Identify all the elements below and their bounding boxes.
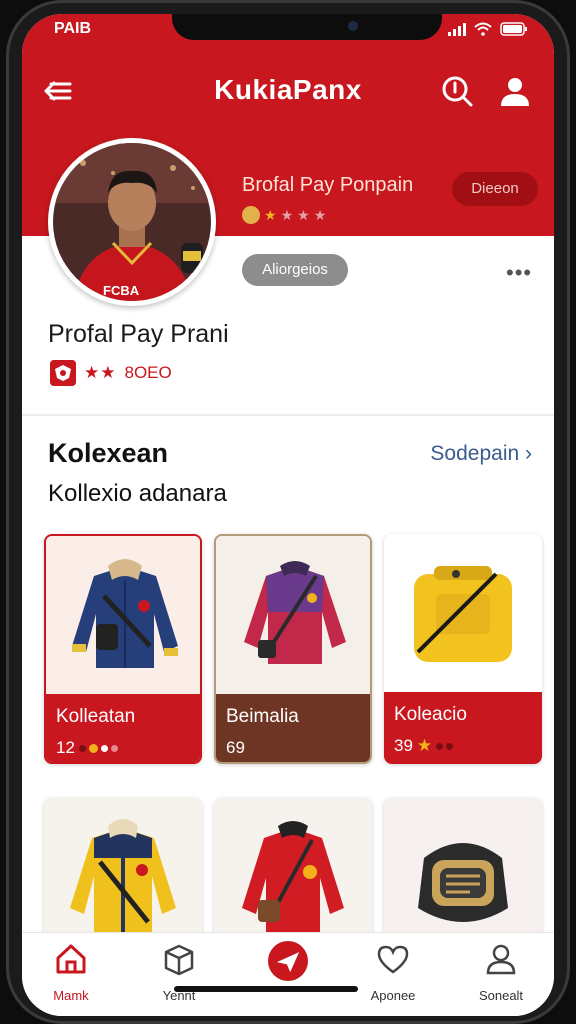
heart-icon (377, 945, 409, 974)
section-divider (22, 414, 554, 416)
card-meta: 69 (226, 738, 364, 758)
tab-label: Sonealt (478, 988, 524, 1003)
club-badge-icon (242, 206, 260, 224)
user-icon[interactable] (498, 74, 532, 108)
star-icon: ★ (264, 206, 277, 223)
status-icons (448, 22, 528, 36)
profile-name: Profal Pay Prani (48, 320, 229, 348)
card-meta: 39 ★ (394, 736, 532, 756)
app-title: KukiaPanx (214, 74, 362, 105)
tab-favorites[interactable]: Aponee (348, 941, 438, 1003)
svg-text:FCBA: FCBA (103, 283, 140, 298)
jacket-image (216, 536, 370, 694)
home-icon (56, 944, 86, 974)
product-card[interactable]: Koleacio 39 ★ (384, 534, 542, 764)
profile-rating: ★★ 8OEO (50, 360, 172, 386)
tab-center-action[interactable] (243, 941, 333, 986)
card-label: Beimalia (226, 706, 299, 727)
rating-dots (78, 743, 118, 753)
bottom-tab-bar: Mamk Yennt Aponee Sonealt (22, 932, 554, 1016)
card-value: 69 (226, 738, 245, 757)
battery-icon (500, 22, 527, 36)
header-rating: ★ ★ ★ ★ (242, 206, 326, 224)
search-icon[interactable] (440, 74, 474, 108)
rating-dots (436, 742, 454, 750)
card-label: Koleacio (394, 704, 467, 725)
card-value: 39 (394, 736, 413, 755)
profile-avatar[interactable]: FCBA (48, 138, 216, 306)
section-subtitle: Kollexio adanara (48, 480, 227, 507)
card-value: 12 (56, 738, 75, 757)
card-meta: 12 (56, 738, 194, 758)
signal-icon (448, 22, 466, 36)
box-icon (164, 944, 194, 976)
category-tag-button[interactable]: Aliorgeios (242, 254, 348, 286)
rating-stars: ★★ (84, 363, 117, 382)
card-info: Koleacio 39 ★ (384, 692, 542, 764)
star-icon: ★ (297, 206, 310, 223)
follow-button[interactable]: Dieeon (452, 172, 538, 206)
camera-notch (172, 14, 442, 40)
star-icon: ★ (280, 206, 294, 223)
card-label: Kolleatan (56, 706, 136, 727)
star-icon: ★ (416, 736, 433, 755)
app-bar: KukiaPanx (22, 70, 554, 110)
wifi-icon (474, 22, 492, 36)
tab-label: Aponee (370, 988, 416, 1003)
plane-icon (268, 941, 308, 981)
app-screen: PAIB KukiaPanx FCBA Brofal Pay Ponpain ★… (22, 14, 554, 1016)
tab-home[interactable]: Mamk (26, 941, 116, 1003)
star-icon: ★ (313, 206, 327, 223)
status-time: PAIB (54, 20, 92, 37)
home-indicator[interactable] (174, 986, 358, 992)
header-name: Brofal Pay Ponpain (242, 174, 414, 196)
card-info: Kolleatan 12 (46, 694, 200, 762)
more-options-icon[interactable]: ••• (506, 260, 532, 286)
tab-label: Mamk (53, 988, 89, 1003)
person-icon (486, 944, 516, 975)
product-card[interactable]: Beimalia 69 (214, 534, 372, 764)
section-title: Kolexean (48, 438, 169, 468)
product-card[interactable]: Kolleatan 12 (44, 534, 202, 764)
jacket-image (46, 536, 200, 694)
card-info: Beimalia 69 (216, 694, 370, 762)
backpack-image (384, 534, 542, 692)
tab-shop[interactable]: Yennt (134, 941, 224, 1003)
club-logo-icon (50, 360, 76, 386)
player-photo: FCBA (53, 143, 211, 301)
rating-count: 8OEO (124, 363, 172, 382)
tab-profile[interactable]: Sonealt (456, 941, 546, 1003)
see-all-link[interactable]: Sodepain › (430, 442, 532, 466)
